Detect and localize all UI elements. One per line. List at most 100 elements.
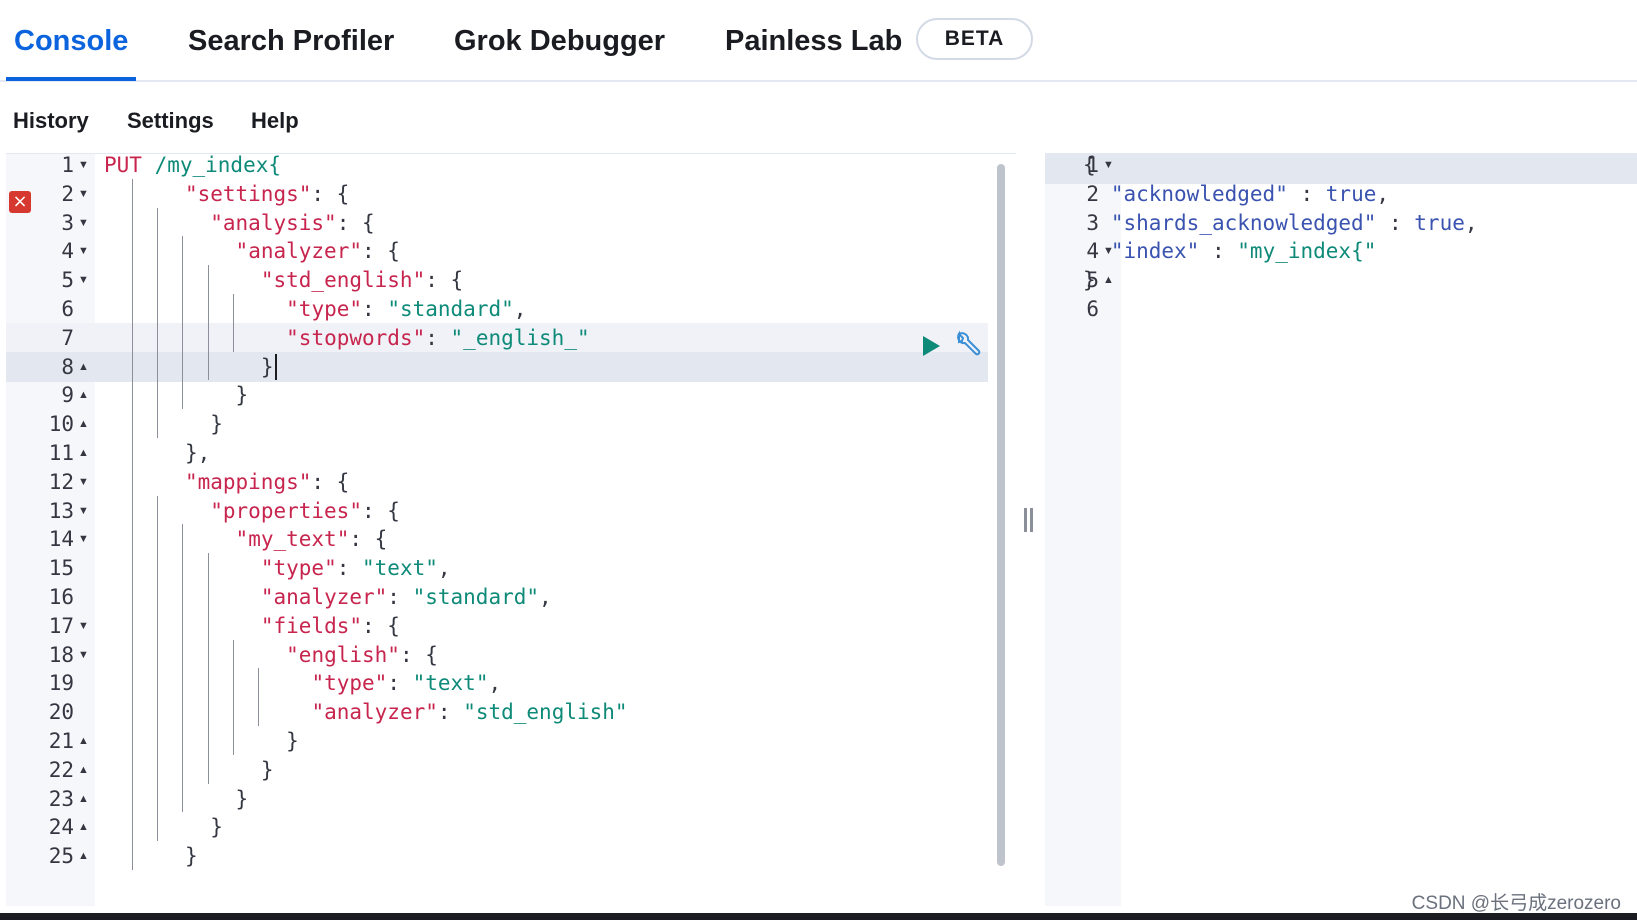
line-number: 4 <box>61 239 74 264</box>
indent-guide <box>207 726 209 755</box>
code-text: "type": "text", <box>311 671 502 696</box>
indent-guide <box>157 726 159 755</box>
indent-guide <box>233 668 235 698</box>
code-text: } <box>184 844 198 869</box>
response-output[interactable]: 1 ▼{2 "acknowledged" : true, 3 "shards_ackno… <box>1045 153 1637 906</box>
code-text: "my_text": { <box>235 527 388 552</box>
tab-painless-lab[interactable]: Painless Lab <box>725 0 902 82</box>
code-text: "analysis": { <box>210 210 375 235</box>
error-x-icon[interactable]: × <box>9 191 31 213</box>
fold-down-icon[interactable]: ▼ <box>78 208 92 238</box>
code-text: "type": "standard", <box>286 297 527 321</box>
line-number: 19 <box>48 671 74 696</box>
fold-up-icon[interactable]: ▲ <box>78 841 92 871</box>
settings-menu[interactable]: Settings <box>127 108 214 134</box>
indent-guide <box>258 668 260 698</box>
indent-guide <box>131 294 133 323</box>
code-line: 8 ▲} <box>6 351 1006 382</box>
code-text: "stopwords": "_english_" <box>286 325 590 350</box>
fold-down-icon[interactable]: ▼ <box>78 154 92 180</box>
fold-up-icon[interactable]: ▲ <box>78 726 92 756</box>
line-number: 4 <box>1086 239 1099 264</box>
indent-guide <box>233 322 235 352</box>
fold-down-icon[interactable]: ▼ <box>78 179 92 209</box>
request-editor[interactable]: 1 ▼ PUT /my_index{2 ▼ "settings": {3 ▼ "analys… <box>6 153 1016 906</box>
line-number: 11 <box>48 441 74 465</box>
code-line: 1 ▼ PUT /my_index{ <box>6 153 1006 180</box>
fold-up-icon[interactable]: ▲ <box>78 352 92 382</box>
line-number: 1 <box>61 153 74 177</box>
line-number: 20 <box>48 700 74 725</box>
indent-guide <box>131 610 133 640</box>
code-line: 4 ▼ "analyzer": { <box>6 236 1006 266</box>
editor-scrollbar[interactable] <box>997 164 1005 866</box>
code-line: 11 ▲}, <box>6 438 1006 468</box>
fold-up-icon[interactable]: ▲ <box>78 812 92 842</box>
indent-guide <box>207 697 209 726</box>
play-icon[interactable] <box>923 336 940 356</box>
fold-down-icon[interactable]: ▼ <box>78 236 92 266</box>
code-line: 22 ▲} <box>6 754 1006 785</box>
code-line: 15 "type": "text", <box>6 553 1006 583</box>
line-number: 2 <box>1086 181 1099 206</box>
indent-guide <box>207 639 209 669</box>
fold-down-icon[interactable]: ▼ <box>78 265 92 295</box>
fold-down-icon[interactable]: ▼ <box>78 496 92 526</box>
line-number: 7 <box>61 325 74 350</box>
fold-down-icon[interactable]: ▼ <box>1103 154 1117 180</box>
wrench-icon[interactable] <box>953 330 983 360</box>
fold-down-icon[interactable]: ▼ <box>78 467 92 497</box>
line-number: 6 <box>61 297 74 321</box>
output-text: } <box>1083 268 1096 293</box>
indent-guide <box>207 553 209 582</box>
code-text: "type": "text", <box>260 556 451 581</box>
fold-up-icon[interactable]: ▲ <box>1103 265 1117 295</box>
indent-guide <box>131 438 133 467</box>
fold-up-icon[interactable]: ▲ <box>78 409 92 439</box>
indent-guide <box>131 380 133 410</box>
help-menu[interactable]: Help <box>251 108 299 134</box>
indent-guide <box>182 697 184 726</box>
fold-down-icon[interactable]: ▼ <box>78 524 92 554</box>
indent-guide <box>131 351 133 381</box>
indent-guide <box>157 610 159 640</box>
indent-guide <box>157 207 159 237</box>
top-tab-bar: Console Search Profiler Grok Debugger Pa… <box>0 0 1637 82</box>
code-line: 12 ▼ "mappings": { <box>6 466 1006 497</box>
indent-guide <box>207 322 209 352</box>
indent-guide <box>131 639 133 669</box>
indent-guide <box>131 783 133 813</box>
indent-guide <box>157 380 159 410</box>
indent-guide <box>182 294 184 323</box>
fold-up-icon[interactable]: ▲ <box>78 755 92 785</box>
line-number: 22 <box>48 757 74 782</box>
fold-up-icon[interactable]: ▲ <box>78 438 92 468</box>
history-menu[interactable]: History <box>13 108 89 134</box>
tab-console[interactable]: Console <box>14 0 128 82</box>
code-line: 16 "analyzer": "standard", <box>6 582 1006 612</box>
tab-grok-debugger[interactable]: Grok Debugger <box>454 0 665 82</box>
output-line: 5 ▲} <box>1045 265 1637 295</box>
indent-guide <box>157 697 159 726</box>
indent-guide <box>207 351 209 381</box>
indent-guide <box>207 582 209 611</box>
panel-resize-handle[interactable] <box>1023 508 1035 532</box>
code-line: 3 ▼ "analysis": { <box>6 207 1006 238</box>
line-number: 24 <box>48 815 74 840</box>
fold-up-icon[interactable]: ▲ <box>78 380 92 410</box>
fold-up-icon[interactable]: ▲ <box>78 784 92 814</box>
code-text: "analyzer": "standard", <box>260 585 552 609</box>
code-line: 7 "stopwords": "_english_" <box>6 322 1006 353</box>
tab-search-profiler[interactable]: Search Profiler <box>188 0 394 82</box>
output-text: { <box>1083 153 1096 177</box>
indent-guide <box>131 841 133 870</box>
indent-guide <box>182 582 184 611</box>
fold-down-icon[interactable]: ▼ <box>78 611 92 641</box>
fold-down-icon[interactable]: ▼ <box>78 640 92 670</box>
code-text: "settings": { <box>184 181 350 206</box>
indent-guide <box>131 582 133 611</box>
line-number: 14 <box>48 527 74 552</box>
active-tab-indicator <box>6 77 136 81</box>
line-number: 25 <box>48 844 74 869</box>
indent-guide <box>182 553 184 582</box>
